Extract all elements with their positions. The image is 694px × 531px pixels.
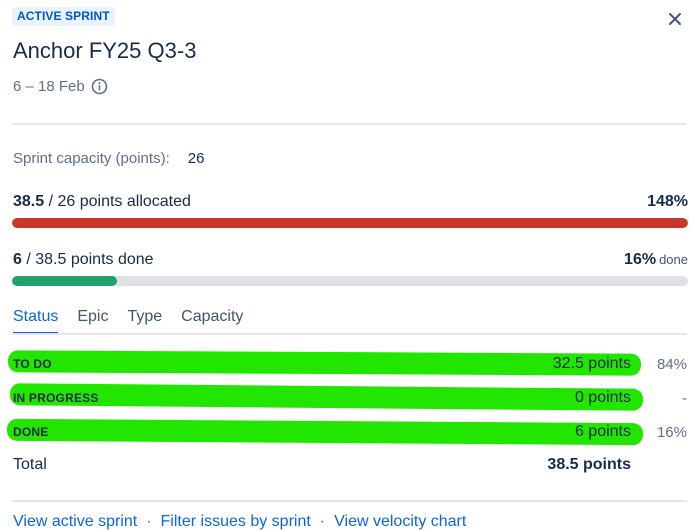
close-icon [669,13,681,25]
tabs-divider [12,333,687,335]
view-active-sprint-link[interactable]: View active sprint [13,513,137,531]
breakdown-tabs: Status Epic Type Capacity [13,308,243,334]
filter-issues-link[interactable]: Filter issues by sprint [161,513,311,531]
done-progress-bar [12,276,688,286]
total-row: Total 38.5 points [13,453,688,477]
link-separator: · [319,513,326,530]
allocated-progress-bar [12,218,688,228]
status-percent: - [682,389,687,407]
capacity-label: Sprint capacity (points): [13,150,170,167]
tab-status[interactable]: Status [13,308,59,334]
allocated-suffix: / 26 points allocated [44,193,191,210]
view-velocity-chart-link[interactable]: View velocity chart [334,513,466,531]
status-percent: 16% [656,423,687,441]
status-percent: 84% [656,355,687,373]
status-row-todo: TO DO 32.5 points 84% [13,352,688,376]
sprint-title: Anchor FY25 Q3-3 [13,38,197,63]
allocated-summary: 38.5 / 26 points allocated 148% [13,193,688,211]
status-points: 0 points [574,389,631,406]
link-separator: · [146,513,152,530]
tab-epic[interactable]: Epic [77,308,108,334]
done-amount: 6 [13,251,22,268]
total-points: 38.5 points [547,456,631,473]
allocated-progress-fill [12,218,688,228]
close-button[interactable] [664,8,686,30]
capacity-value: 26 [187,150,205,167]
total-label: Total [13,456,47,473]
info-icon[interactable] [91,78,108,95]
sprint-capacity: Sprint capacity (points): 26 [13,150,204,167]
done-suffix: / 38.5 points done [21,251,154,268]
header-divider [12,123,687,125]
done-percent: 16% [624,251,657,268]
allocated-percent: 148% [647,193,688,210]
sprint-dates-text: 6 – 18 Feb [13,78,85,95]
done-percent-suffix: done [659,252,688,267]
footer-links: View active sprint · Filter issues by sp… [13,513,466,531]
allocated-amount: 38.5 [13,193,45,210]
status-name: DONE [13,425,49,439]
status-row-in-progress: IN PROGRESS 0 points - [13,386,688,410]
active-sprint-badge: ACTIVE SPRINT [12,7,115,26]
status-name: TO DO [13,357,52,371]
status-name: IN PROGRESS [13,391,99,405]
done-progress-fill [12,276,118,286]
status-row-done: DONE 6 points 16% [13,420,688,444]
tab-type[interactable]: Type [127,308,162,334]
done-summary: 6 / 38.5 points done 16% done [13,251,688,269]
status-points: 32.5 points [552,355,631,372]
footer-divider [12,500,687,502]
tab-capacity[interactable]: Capacity [181,308,243,334]
sprint-dates: 6 – 18 Feb [13,78,108,95]
status-points: 6 points [574,423,631,440]
